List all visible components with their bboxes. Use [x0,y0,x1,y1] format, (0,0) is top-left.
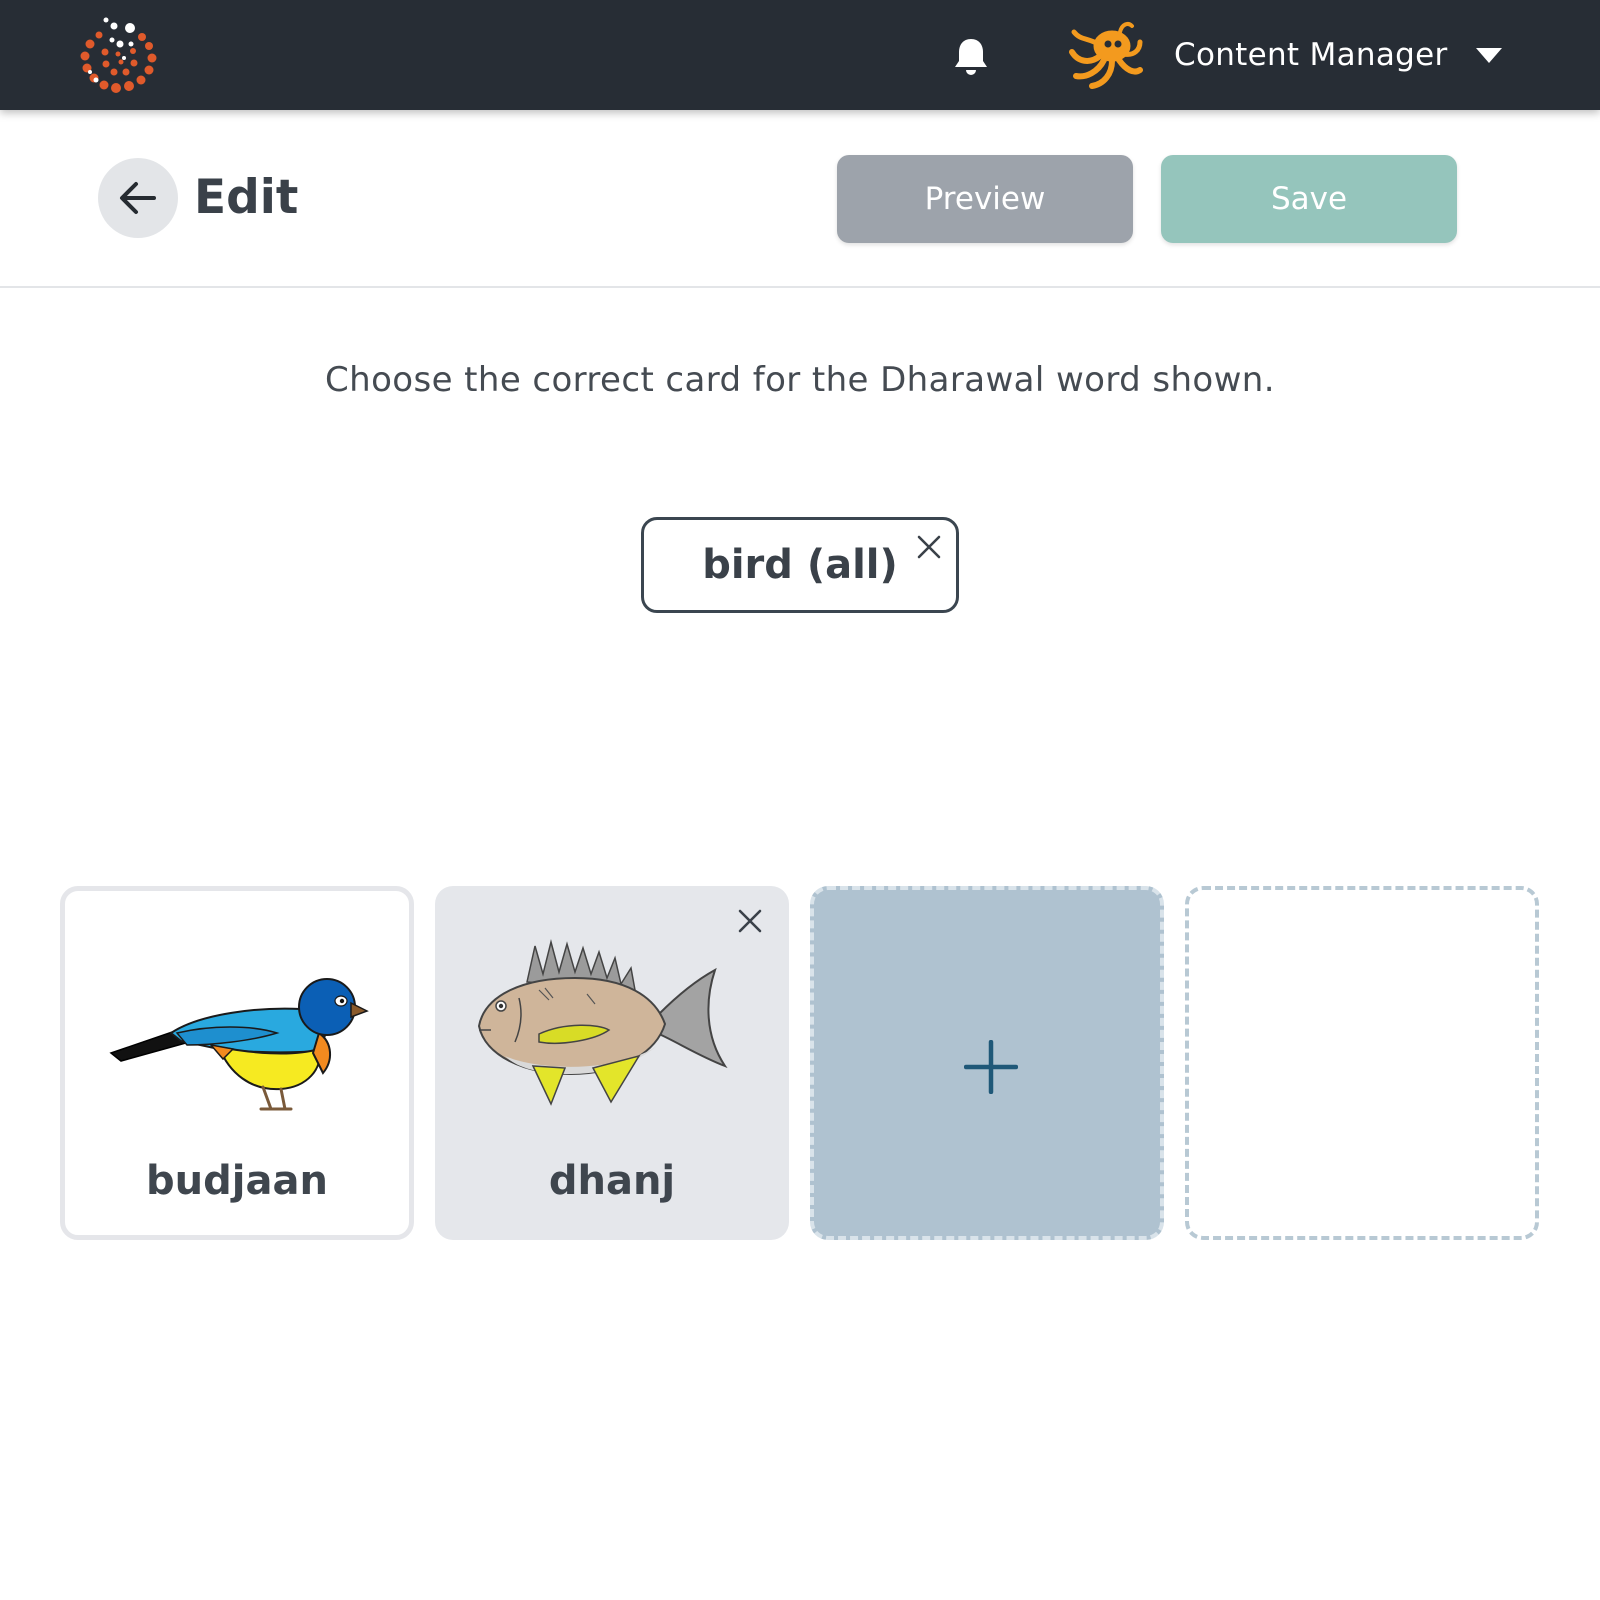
remove-card-close-icon[interactable] [737,908,763,934]
top-bar: Content Manager [0,0,1600,110]
octopus-avatar[interactable] [1064,18,1144,90]
exercise-instruction: Choose the correct card for the Dharawal… [325,360,1275,400]
page-header: Edit Preview Save [0,110,1600,288]
back-button[interactable] [98,158,178,238]
add-card-button[interactable] [810,886,1164,1240]
bird-illustration [109,978,369,1111]
answer-card-dhanj[interactable]: dhanj [435,886,789,1240]
card-label: dhanj [548,1158,676,1204]
spiral-dots-logo[interactable] [76,14,162,96]
preview-button[interactable]: Preview [837,155,1133,243]
fish-illustration [477,939,728,1106]
user-menu-name[interactable]: Content Manager [1174,34,1448,76]
card-label: budjaan [146,1158,328,1204]
empty-card-slot [1185,886,1539,1240]
save-button[interactable]: Save [1161,155,1457,243]
page-title: Edit [194,170,299,225]
caret-down-icon[interactable] [1474,46,1504,64]
target-word-chip[interactable]: bird (all) [641,517,959,613]
bell-icon[interactable] [953,36,989,76]
arrow-left-icon [120,182,156,214]
answer-card-budjaan[interactable]: budjaan [60,886,414,1240]
remove-word-close-icon[interactable] [916,534,942,560]
plus-icon [964,1040,1018,1094]
target-word-label: bird (all) [702,542,898,588]
